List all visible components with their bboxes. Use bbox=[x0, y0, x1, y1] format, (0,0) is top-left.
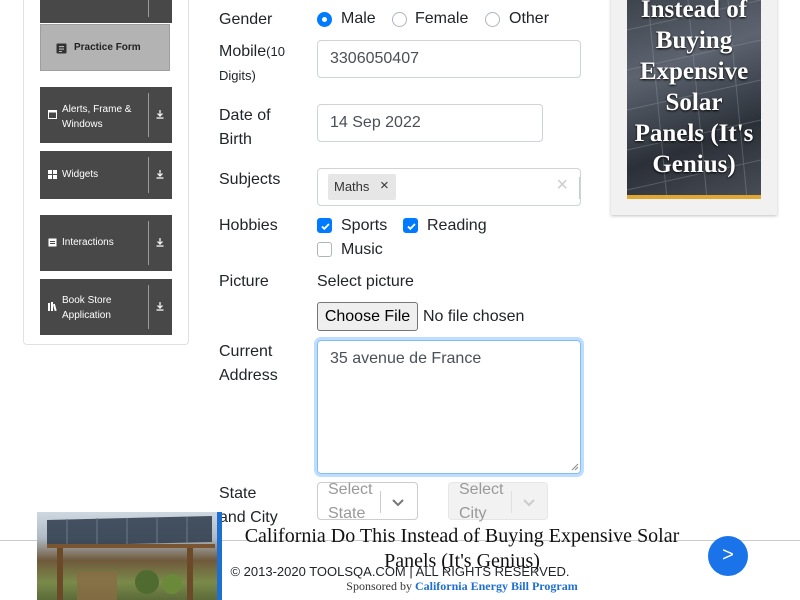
picture-label: Picture bbox=[219, 273, 269, 290]
gender-male-radio[interactable] bbox=[317, 12, 332, 27]
divider bbox=[148, 221, 149, 265]
sidebar-group-label: Alerts, Frame & Windows bbox=[62, 104, 132, 130]
divider bbox=[148, 93, 149, 137]
file-status: No file chosen bbox=[423, 308, 525, 325]
ad-banner-bottom[interactable]: California Do This Instead of Buying Exp… bbox=[37, 512, 800, 600]
hobby-sports-checkbox[interactable] bbox=[317, 218, 332, 233]
pergola-solar-graphic bbox=[47, 516, 215, 600]
select-picture-label: Select picture bbox=[317, 273, 414, 290]
choose-file-button[interactable]: Choose File bbox=[317, 302, 418, 331]
subjects-label: Subjects bbox=[219, 171, 281, 188]
hobby-sports-label[interactable]: Sports bbox=[341, 215, 387, 237]
gender-female-label[interactable]: Female bbox=[415, 8, 468, 30]
ad-sponsor-line: Sponsored by California Energy Bill Prog… bbox=[237, 579, 687, 594]
ad-accent-bar bbox=[627, 195, 761, 199]
sidebar-group-label: Interactions bbox=[62, 237, 114, 248]
ad-headline: Instead of Buying Expensive Solar Panels… bbox=[634, 0, 754, 178]
divider bbox=[148, 157, 149, 193]
download-arrow-icon bbox=[156, 170, 164, 179]
books-icon bbox=[48, 302, 57, 311]
window-icon bbox=[48, 110, 57, 119]
subjects-input[interactable]: Maths × × bbox=[317, 168, 581, 206]
ad-title[interactable]: California Do This Instead of Buying Exp… bbox=[237, 524, 687, 574]
hobbies-label: Hobbies bbox=[219, 217, 278, 234]
hobby-reading-checkbox[interactable] bbox=[403, 218, 418, 233]
hobby-music-label[interactable]: Music bbox=[341, 239, 383, 261]
sidebar-item-label: Practice Form bbox=[74, 42, 141, 53]
ad-image bbox=[37, 512, 218, 600]
dob-label: Date of Birth bbox=[219, 107, 271, 148]
sidebar-group-widgets[interactable]: Widgets bbox=[40, 151, 172, 199]
mobile-input[interactable]: 3306050407 bbox=[317, 40, 581, 78]
sidebar-group-label: Widgets bbox=[62, 169, 99, 180]
gender-other-label[interactable]: Other bbox=[509, 8, 549, 30]
ad-sponsor-link[interactable]: California Energy Bill Program bbox=[415, 579, 578, 593]
hobby-music-checkbox[interactable] bbox=[317, 242, 332, 257]
sidebar-item-practice-form[interactable]: Practice Form bbox=[40, 24, 170, 71]
sidebar: Practice Form Alerts, Frame & Windows Wi… bbox=[23, 0, 189, 345]
checkmark-icon bbox=[407, 223, 416, 231]
divider bbox=[511, 491, 512, 513]
dob-input[interactable]: 14 Sep 2022 bbox=[317, 104, 543, 142]
subject-tag-remove-icon[interactable]: × bbox=[380, 177, 389, 194]
widgets-icon bbox=[48, 170, 57, 179]
ad-accent-stripe bbox=[217, 512, 222, 600]
resize-handle-icon[interactable] bbox=[570, 462, 579, 471]
download-arrow-icon bbox=[156, 238, 164, 247]
sidebar-group-label: Book Store Application bbox=[62, 295, 112, 321]
checkmark-icon bbox=[321, 223, 330, 231]
divider bbox=[380, 491, 381, 513]
hobby-reading-label[interactable]: Reading bbox=[427, 215, 487, 237]
ad-banner-right[interactable]: Instead of Buying Expensive Solar Panels… bbox=[611, 0, 777, 215]
mobile-label: Mobile(10 Digits) bbox=[219, 40, 314, 88]
divider bbox=[579, 177, 580, 199]
gender-label: Gender bbox=[219, 11, 273, 28]
download-arrow-icon bbox=[156, 110, 164, 119]
address-label: Current Address bbox=[219, 343, 278, 384]
form-icon bbox=[56, 43, 67, 54]
subject-tag-label: Maths bbox=[334, 179, 370, 194]
ad-next-button[interactable]: > bbox=[708, 536, 748, 576]
address-textarea[interactable]: 35 avenue de France bbox=[317, 340, 581, 474]
gender-female-radio[interactable] bbox=[392, 12, 407, 27]
sponsored-by-label: Sponsored by bbox=[346, 579, 412, 593]
divider bbox=[148, 0, 149, 17]
sidebar-group-top[interactable] bbox=[40, 0, 172, 23]
divider bbox=[148, 285, 149, 329]
sidebar-group-book-store[interactable]: Book Store Application bbox=[40, 279, 172, 335]
subject-tag: Maths × bbox=[328, 174, 396, 200]
clear-subjects-icon[interactable]: × bbox=[556, 174, 568, 197]
download-arrow-icon bbox=[156, 302, 164, 311]
sidebar-group-alerts[interactable]: Alerts, Frame & Windows bbox=[40, 87, 172, 143]
chevron-down-icon bbox=[523, 499, 535, 507]
interactions-icon bbox=[48, 238, 57, 247]
mobile-label-text: Mobile bbox=[219, 43, 267, 60]
chevron-down-icon bbox=[392, 499, 404, 507]
gender-male-label[interactable]: Male bbox=[341, 8, 376, 30]
sidebar-group-interactions[interactable]: Interactions bbox=[40, 215, 172, 271]
gender-other-radio[interactable] bbox=[485, 12, 500, 27]
